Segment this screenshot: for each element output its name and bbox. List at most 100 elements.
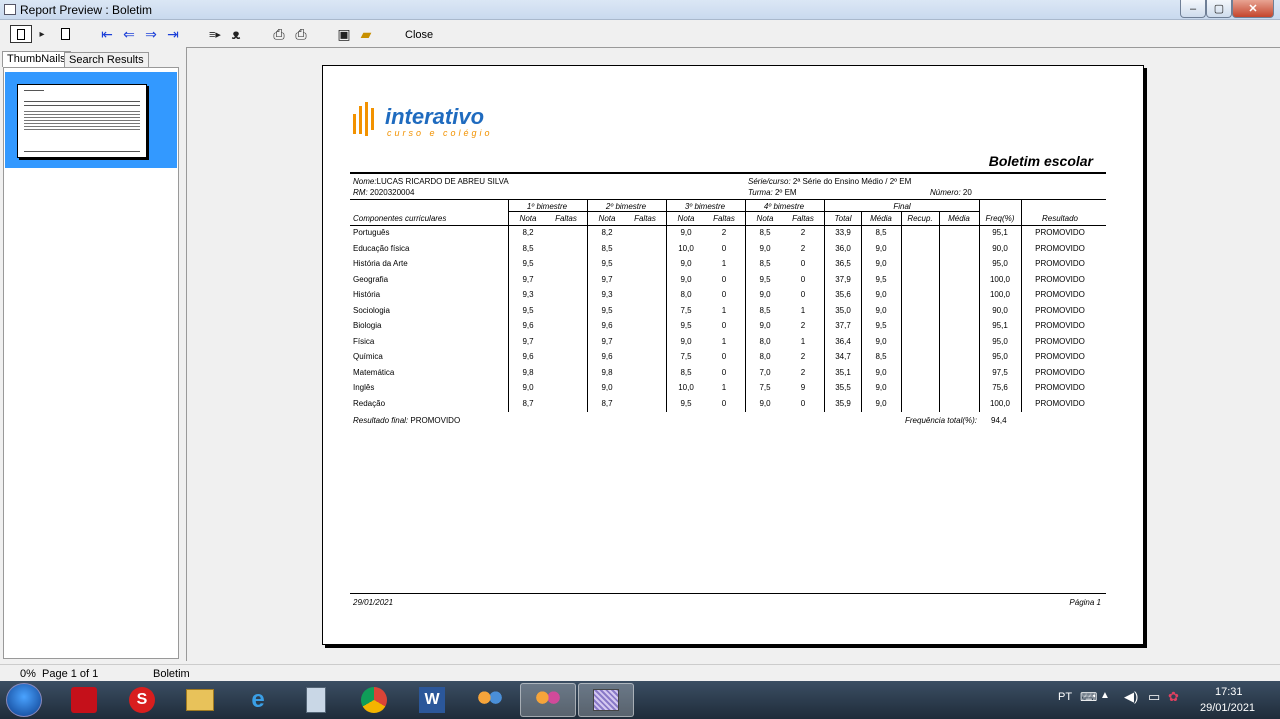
header-nota-3: Nota (677, 214, 695, 223)
table-cell-n2: 9,7 (601, 274, 613, 284)
table-cell-f3: 0 (721, 243, 727, 253)
table-cell-freq: 95,1 (992, 321, 1008, 330)
keyboard-icon[interactable]: ⌨ (1080, 690, 1097, 704)
table-cell-n2: 8,7 (601, 398, 613, 408)
tab-thumbnails[interactable]: ThumbNails (2, 51, 71, 67)
header-faltas-1: Faltas (555, 214, 577, 223)
report-title: Boletim escolar (988, 153, 1093, 169)
table-cell-f4: 1 (800, 305, 806, 315)
table-cell-freq: 100,0 (989, 290, 1011, 299)
chrome-icon[interactable] (346, 683, 402, 717)
pages-arrow-icon[interactable]: ▸ (35, 25, 49, 43)
network-icon[interactable]: ▭ (1148, 689, 1160, 705)
student-rm: RM: 2020320004 (353, 188, 415, 197)
thumbnail-list[interactable] (3, 67, 179, 659)
table-cell-result: PROMOVIDO (1035, 259, 1085, 268)
close-window-button[interactable]: ✕ (1232, 0, 1274, 18)
table-cell-subject: Matemática (353, 367, 395, 377)
maximize-button[interactable]: ▢ (1206, 0, 1232, 18)
next-page-icon[interactable]: ⇒ (142, 25, 160, 43)
close-report-button[interactable]: Close (405, 29, 433, 41)
s-app-icon[interactable]: S (114, 683, 170, 717)
calculator-icon[interactable] (288, 683, 344, 717)
binoculars-icon[interactable]: ᴥ (228, 25, 244, 43)
header-faltas-4: Faltas (792, 214, 814, 223)
language-indicator[interactable]: PT (1058, 691, 1072, 703)
status-bar: 0% Page 1 of 1 Boletim (0, 664, 1280, 681)
header-media-2: Média (948, 214, 970, 223)
header-b1: 1º bimestre (526, 202, 568, 211)
table-cell-n2: 9,5 (601, 305, 613, 315)
logo-bars-icon (353, 102, 383, 140)
tray-arrow-icon[interactable]: ▲ (1100, 690, 1110, 701)
minimize-button[interactable]: – (1180, 0, 1206, 18)
status-zoom: 0% (20, 668, 36, 680)
table-cell-n1: 9,6 (522, 321, 534, 330)
table-cell-n4: 9,0 (759, 243, 771, 253)
thumbnail-selection[interactable] (5, 72, 177, 168)
print-setup-icon[interactable]: ⎙ (270, 25, 288, 43)
table-cell-result: PROMOVIDO (1035, 398, 1085, 408)
people-app-2-icon[interactable] (520, 683, 576, 717)
table-cell-media: 9,0 (875, 398, 887, 408)
start-button[interactable] (6, 683, 42, 717)
file-explorer-icon[interactable] (172, 683, 228, 717)
word-icon[interactable]: W (404, 683, 460, 717)
header-nota-2: Nota (598, 214, 616, 223)
single-page-icon[interactable] (58, 25, 72, 43)
save-icon[interactable]: ▣ (336, 25, 352, 43)
report-page: interativo curso e colégio Boletim escol… (322, 65, 1144, 645)
clock-date[interactable]: 29/01/2021 (1200, 702, 1255, 714)
table-cell-subject: Educação física (353, 243, 410, 253)
zoom-icon[interactable]: ≡▸ (206, 25, 224, 43)
app-tray-icon[interactable]: ✿ (1168, 689, 1179, 705)
table-cell-result: PROMOVIDO (1035, 383, 1085, 392)
table-cell-freq: 90,0 (992, 305, 1008, 315)
internet-explorer-icon[interactable]: e (230, 683, 286, 717)
page-frame-icon[interactable] (10, 25, 32, 43)
previous-page-icon[interactable]: ⇐ (120, 25, 138, 43)
table-cell-n1: 9,5 (522, 305, 534, 315)
table-cell-media: 9,0 (875, 367, 887, 377)
tab-search-results[interactable]: Search Results (64, 52, 149, 68)
print-icon[interactable]: ⎙ (292, 25, 310, 43)
taskbar: S e W PT ⌨ ▲ ◀) ▭ ✿ 17:31 29/01/2021 (0, 681, 1280, 719)
table-cell-result: PROMOVIDO (1035, 274, 1085, 284)
last-page-icon[interactable]: ⇥ (164, 25, 182, 43)
table-cell-n4: 8,5 (759, 259, 771, 268)
table-cell-result: PROMOVIDO (1035, 305, 1085, 315)
preview-area[interactable]: interativo curso e colégio Boletim escol… (186, 47, 1280, 661)
clock-time[interactable]: 17:31 (1215, 686, 1243, 698)
pdf-reader-icon[interactable] (56, 683, 112, 717)
table-cell-freq: 95,0 (992, 259, 1008, 268)
table-cell-freq: 95,0 (992, 352, 1008, 361)
table-cell-n1: 8,2 (522, 228, 534, 237)
table-cell-n1: 9,7 (522, 274, 534, 284)
first-page-icon[interactable]: ⇤ (98, 25, 116, 43)
table-cell-media: 9,0 (875, 336, 887, 346)
student-name: Nome:LUCAS RICARDO DE ABREU SILVA (353, 177, 509, 186)
header-b4: 4º bimestre (763, 202, 805, 211)
table-cell-n4: 8,5 (759, 305, 771, 315)
header-componentes: Componentes curriculares (353, 214, 447, 223)
open-folder-icon[interactable]: ▰ (357, 25, 375, 43)
table-cell-f3: 1 (721, 305, 727, 315)
footer-date: 29/01/2021 (353, 598, 394, 607)
student-turma: Turma: 2º EM (748, 188, 797, 197)
table-cell-result: PROMOVIDO (1035, 290, 1085, 299)
table-cell-n3: 10,0 (678, 383, 694, 392)
table-cell-n2: 9,6 (601, 321, 613, 330)
toolbar: ▸ ⇤ ⇐ ⇒ ⇥ ≡▸ ᴥ ⎙ ⎙ ▣ ▰ Close (0, 21, 1280, 47)
people-app-icon[interactable] (462, 683, 518, 717)
table-cell-n2: 8,2 (601, 228, 613, 237)
table-cell-freq: 95,1 (992, 228, 1008, 237)
page-thumbnail[interactable] (17, 84, 147, 158)
table-cell-subject: História (353, 290, 381, 299)
student-numero: Número: 20 (930, 188, 972, 197)
table-cell-f3: 2 (721, 228, 727, 237)
volume-icon[interactable]: ◀) (1124, 689, 1138, 705)
table-cell-freq: 100,0 (989, 274, 1011, 284)
header-bottom-rule (350, 225, 1106, 226)
table-cell-f4: 2 (800, 367, 806, 377)
report-preview-taskbar-icon[interactable] (578, 683, 634, 717)
